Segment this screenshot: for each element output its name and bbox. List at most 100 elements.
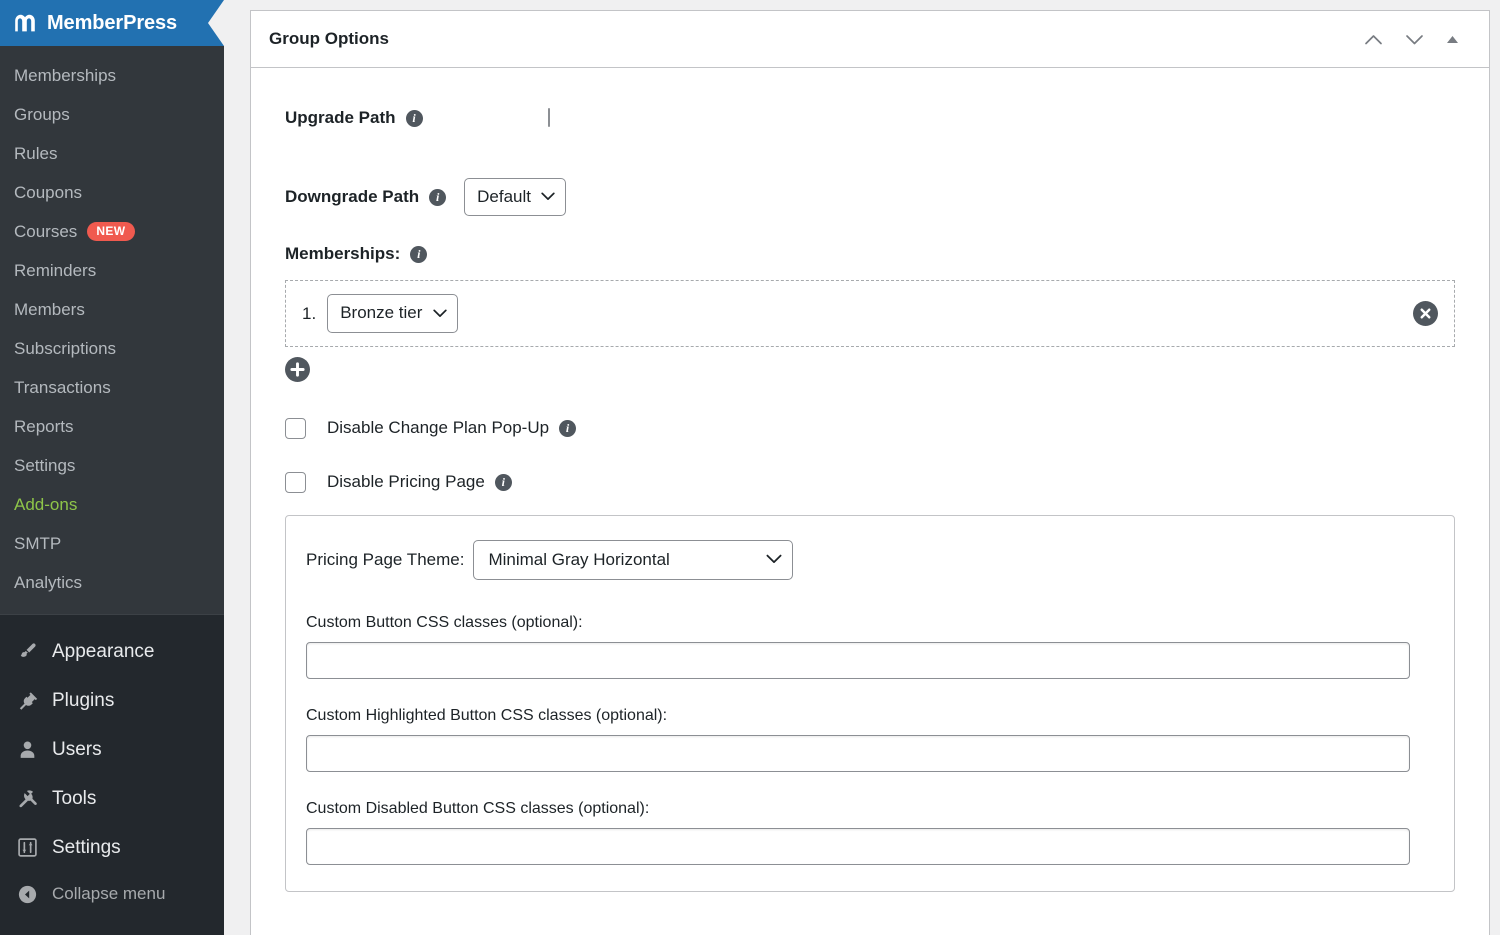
disable-pricing-page-row: Disable Pricing Page i [285, 472, 1455, 493]
sidebar-item-label: Coupons [14, 183, 82, 203]
sliders-icon [10, 837, 44, 858]
sidebar-item-analytics[interactable]: Analytics [0, 563, 224, 602]
sidebar-item-label: Rules [14, 144, 57, 164]
memberships-label: Memberships: [285, 244, 400, 264]
sidebar-item-label: Reminders [14, 261, 96, 281]
downgrade-path-row: Downgrade Path i Default [285, 178, 1455, 216]
custom-highlighted-button-css-input[interactable] [306, 735, 1410, 772]
info-icon[interactable]: i [559, 420, 576, 437]
sidebar-item-label: Reports [14, 417, 74, 437]
memberpress-m-logo-icon [13, 11, 38, 36]
sidebar-notch [208, 0, 224, 46]
sidebar-item-label: Settings [14, 456, 75, 476]
plug-icon [10, 690, 44, 711]
pricing-page-theme-select[interactable]: Minimal Gray Horizontal [473, 540, 793, 580]
remove-circle-icon[interactable] [1413, 301, 1438, 326]
sidebar-item-tools[interactable]: Tools [0, 774, 224, 823]
sidebar-item-label: Subscriptions [14, 339, 116, 359]
chevron-up-icon[interactable] [1364, 33, 1383, 46]
sidebar-item-settings[interactable]: Settings [0, 446, 224, 485]
panel-body: Upgrade Path i Downgrade Path i Default [251, 68, 1489, 892]
sidebar-item-memberships[interactable]: Memberships [0, 56, 224, 95]
custom-button-css-label: Custom Button CSS classes (optional): [306, 614, 1428, 632]
triangle-up-icon[interactable] [1446, 35, 1459, 44]
sidebar-item-label: SMTP [14, 534, 61, 554]
memberpress-brand-header: MemberPress [0, 0, 224, 46]
pricing-page-theme-select-wrap: Minimal Gray Horizontal [473, 540, 793, 580]
membership-select[interactable]: Bronze tier [327, 294, 458, 332]
sidebar-item-label: Settings [52, 837, 121, 859]
info-icon[interactable]: i [410, 246, 427, 263]
custom-disabled-button-css-field: Custom Disabled Button CSS classes (opti… [306, 800, 1428, 865]
add-membership-row [285, 357, 1455, 382]
sidebar-item-smtp[interactable]: SMTP [0, 524, 224, 563]
sidebar-item-label: Add-ons [14, 495, 77, 515]
chevron-down-icon[interactable] [1405, 33, 1424, 46]
disable-pricing-page-label: Disable Pricing Page [327, 472, 485, 492]
panel-header: Group Options [251, 11, 1489, 68]
custom-disabled-button-css-label: Custom Disabled Button CSS classes (opti… [306, 800, 1428, 818]
sidebar-item-label: Tools [52, 788, 96, 810]
sidebar-item-members[interactable]: Members [0, 290, 224, 329]
sidebar-item-coupons[interactable]: Coupons [0, 173, 224, 212]
main-content: Group Options [224, 0, 1500, 935]
custom-disabled-button-css-input[interactable] [306, 828, 1410, 865]
upgrade-path-checkbox[interactable] [548, 108, 550, 127]
sidebar-item-rules[interactable]: Rules [0, 134, 224, 173]
sidebar-item-label: Courses [14, 222, 77, 242]
sidebar-item-label: Transactions [14, 378, 111, 398]
sidebar-item-label: Analytics [14, 573, 82, 593]
custom-highlighted-button-css-field: Custom Highlighted Button CSS classes (o… [306, 707, 1428, 772]
panel-title: Group Options [269, 29, 1364, 49]
sidebar-item-subscriptions[interactable]: Subscriptions [0, 329, 224, 368]
sidebar-item-reports[interactable]: Reports [0, 407, 224, 446]
membership-row: 1. Bronze tier [285, 280, 1455, 346]
disable-pricing-page-checkbox[interactable] [285, 472, 306, 493]
pricing-page-theme-row: Pricing Page Theme: Minimal Gray Horizon… [306, 540, 1428, 580]
downgrade-path-label: Downgrade Path [285, 187, 419, 207]
sidebar-item-groups[interactable]: Groups [0, 95, 224, 134]
disable-change-plan-popup-checkbox[interactable] [285, 418, 306, 439]
paintbrush-icon [10, 641, 44, 662]
add-circle-icon[interactable] [285, 357, 310, 382]
new-badge: NEW [87, 222, 134, 241]
info-icon[interactable]: i [429, 189, 446, 206]
collapse-arrow-icon [10, 884, 44, 905]
group-options-panel: Group Options [250, 10, 1490, 935]
memberpress-menu: Memberships Groups Rules Coupons Courses… [0, 46, 224, 615]
admin-screen: MemberPress Memberships Groups Rules Cou… [0, 0, 1500, 935]
wrench-icon [10, 788, 44, 809]
downgrade-path-select-wrap: Default [464, 178, 566, 216]
disable-change-plan-popup-row: Disable Change Plan Pop-Up i [285, 418, 1455, 439]
custom-highlighted-button-css-label: Custom Highlighted Button CSS classes (o… [306, 707, 1428, 725]
sidebar-item-reminders[interactable]: Reminders [0, 251, 224, 290]
disable-change-plan-popup-label: Disable Change Plan Pop-Up [327, 418, 549, 438]
sidebar-item-transactions[interactable]: Transactions [0, 368, 224, 407]
sidebar-item-label: Plugins [52, 690, 114, 712]
sidebar-item-courses[interactable]: Courses NEW [0, 212, 224, 251]
pricing-page-options-box: Pricing Page Theme: Minimal Gray Horizon… [285, 515, 1455, 892]
info-icon[interactable]: i [406, 110, 423, 127]
sidebar-item-label: Members [14, 300, 85, 320]
info-icon[interactable]: i [495, 474, 512, 491]
upgrade-path-row: Upgrade Path i [285, 108, 1455, 128]
custom-button-css-input[interactable] [306, 642, 1410, 679]
sidebar-item-settings-wp[interactable]: Settings [0, 823, 224, 872]
collapse-menu-button[interactable]: Collapse menu [0, 872, 224, 916]
membership-row-number: 1. [302, 304, 316, 324]
sidebar-item-add-ons[interactable]: Add-ons [0, 485, 224, 524]
collapse-menu-label: Collapse menu [52, 884, 165, 904]
custom-button-css-field: Custom Button CSS classes (optional): [306, 614, 1428, 679]
downgrade-path-select[interactable]: Default [464, 178, 566, 216]
upgrade-path-checkbox-slot [548, 109, 550, 127]
memberships-label-row: Memberships: i [285, 244, 1455, 264]
sidebar-item-label: Appearance [52, 641, 154, 663]
sidebar-item-plugins[interactable]: Plugins [0, 676, 224, 725]
upgrade-path-label: Upgrade Path [285, 108, 396, 128]
sidebar-item-label: Groups [14, 105, 70, 125]
sidebar-item-users[interactable]: Users [0, 725, 224, 774]
user-icon [10, 739, 44, 760]
memberpress-brand-title: MemberPress [47, 12, 177, 35]
sidebar-item-appearance[interactable]: Appearance [0, 627, 224, 676]
sidebar-item-label: Users [52, 739, 102, 761]
